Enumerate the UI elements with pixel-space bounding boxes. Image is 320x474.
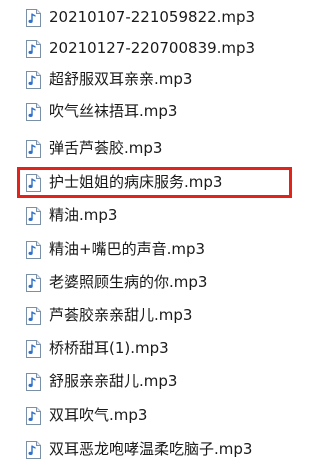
audio-file-icon — [26, 307, 41, 325]
file-row[interactable]: 双耳吹气.mp3 — [0, 400, 310, 431]
audio-file-icon — [26, 140, 41, 158]
file-name: 精油+嘴巴的声音.mp3 — [49, 240, 206, 258]
file-name: 双耳吹气.mp3 — [49, 406, 148, 424]
file-row[interactable]: 精油.mp3 — [0, 200, 310, 231]
file-row[interactable]: 桥桥甜耳(1).mp3 — [0, 333, 310, 364]
file-name: 20210127-220700839.mp3 — [49, 39, 256, 57]
file-row[interactable]: 舒服亲亲甜儿.mp3 — [0, 366, 310, 397]
file-row[interactable]: 老婆照顾生病的你.mp3 — [0, 267, 310, 298]
file-name: 芦荟胶亲亲甜儿.mp3 — [49, 306, 193, 324]
file-row[interactable]: 精油+嘴巴的声音.mp3 — [0, 234, 310, 265]
file-row[interactable]: 超舒服双耳亲亲.mp3 — [0, 64, 310, 95]
audio-file-icon — [26, 340, 41, 358]
file-name: 舒服亲亲甜儿.mp3 — [49, 372, 178, 390]
file-name: 桥桥甜耳(1).mp3 — [49, 339, 169, 357]
audio-file-icon — [26, 241, 41, 259]
file-row[interactable]: 吹气丝袜捂耳.mp3 — [0, 96, 310, 127]
file-row[interactable]: 20210107-221059822.mp3 — [0, 2, 310, 33]
audio-file-icon — [26, 9, 41, 27]
audio-file-icon — [26, 207, 41, 225]
file-row[interactable]: 20210127-220700839.mp3 — [0, 33, 310, 64]
file-name: 20210107-221059822.mp3 — [49, 8, 256, 26]
audio-file-icon — [26, 441, 41, 459]
file-row[interactable]: 双耳恶龙咆哮温柔吃脑子.mp3 — [0, 434, 310, 465]
file-name: 双耳恶龙咆哮温柔吃脑子.mp3 — [49, 440, 253, 458]
file-row[interactable]: 弹舌芦荟胶.mp3 — [0, 133, 310, 164]
file-name: 弹舌芦荟胶.mp3 — [49, 139, 163, 157]
audio-file-icon — [26, 373, 41, 391]
audio-file-icon — [26, 71, 41, 89]
file-name: 护士姐姐的病床服务.mp3 — [49, 173, 223, 191]
file-name: 超舒服双耳亲亲.mp3 — [49, 70, 193, 88]
file-name: 精油.mp3 — [49, 206, 118, 224]
file-name: 老婆照顾生病的你.mp3 — [49, 273, 208, 291]
file-row-highlighted[interactable]: 护士姐姐的病床服务.mp3 — [0, 167, 310, 198]
audio-file-icon — [26, 40, 41, 58]
audio-file-icon — [26, 274, 41, 292]
audio-file-icon — [26, 407, 41, 425]
audio-file-icon — [26, 174, 41, 192]
file-row[interactable]: 芦荟胶亲亲甜儿.mp3 — [0, 300, 310, 331]
audio-file-icon — [26, 103, 41, 121]
file-list: 20210107-221059822.mp3 20210127-22070083… — [0, 0, 310, 474]
file-name: 吹气丝袜捂耳.mp3 — [49, 102, 178, 120]
